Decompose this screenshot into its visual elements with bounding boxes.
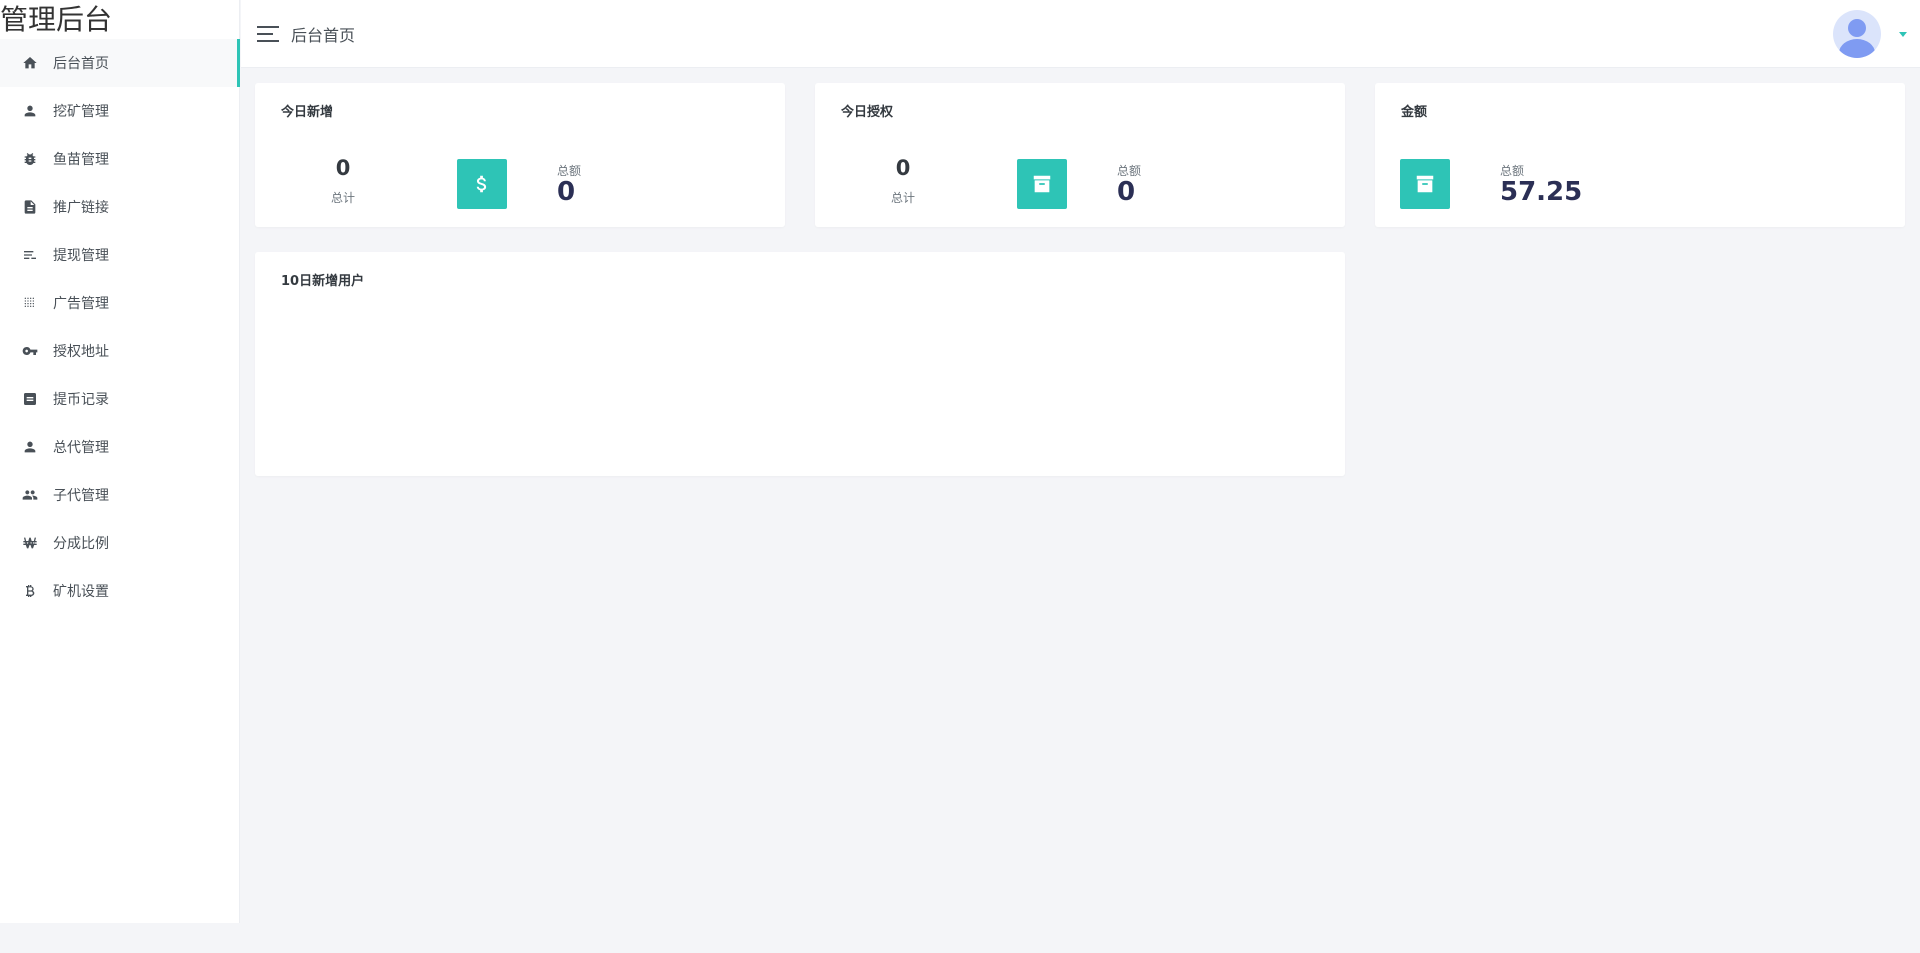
sidebar-item-label: 总代管理 [53,440,109,456]
chart-area [281,302,1319,460]
sidebar-item-label: 矿机设置 [53,584,109,600]
sidebar-item-label: 提现管理 [53,248,109,264]
sidebar-item-mining[interactable]: 挖矿管理 [0,87,240,135]
sidebar-item-fry[interactable]: 鱼苗管理 [0,135,240,183]
sidebar-item-auth-address[interactable]: 授权地址 [0,327,240,375]
sidebar-item-withdraw[interactable]: 提现管理 [0,231,240,279]
home-icon [22,55,38,71]
sidebar-item-general-agent[interactable]: 总代管理 [0,423,240,471]
user-icon [22,439,38,455]
sidebar-item-label: 鱼苗管理 [53,152,109,168]
bug-icon [22,151,38,167]
archive-icon [1017,159,1067,209]
card-title: 今日新增 [281,105,334,120]
card-amount: 金额 总额 57.25 [1375,83,1905,227]
list-icon [22,247,38,263]
dollar-icon [457,159,507,209]
sidebar-item-label: 后台首页 [53,56,109,72]
count-value: 0 [335,156,351,180]
book-icon [22,391,38,407]
sidebar-item-label: 授权地址 [53,344,109,360]
sidebar-item-promo-link[interactable]: 推广链接 [0,183,240,231]
card-title: 今日授权 [841,105,894,120]
sidebar-menu: 后台首页 挖矿管理 鱼苗管理 推广链接 提现管理 广告管理 授权地址 提币记录 … [0,39,240,615]
card-ten-day-new-users: 10日新增用户 [255,252,1345,476]
count-value: 0 [895,156,911,180]
amount-value: 0 [1117,177,1136,207]
document-icon [22,199,38,215]
count-label: 总计 [890,191,915,205]
sidebar-item-share-ratio[interactable]: 分成比例 [0,519,240,567]
amount-value: 57.25 [1500,177,1583,207]
sidebar: 管理后台 后台首页 挖矿管理 鱼苗管理 推广链接 提现管理 广告管理 授权地址 … [0,0,240,923]
sidebar-item-label: 子代管理 [53,488,109,504]
sidebar-item-sub-agent[interactable]: 子代管理 [0,471,240,519]
card-today-auth: 今日授权 0 总计 总额 0 [815,83,1345,227]
sidebar-item-miner-settings[interactable]: 矿机设置 [0,567,240,615]
card-title: 10日新增用户 [281,274,365,289]
archive-icon [1400,159,1450,209]
bitcoin-icon [22,583,38,599]
user-icon [22,103,38,119]
app-logo[interactable]: 管理后台 [0,0,112,40]
sidebar-item-ads[interactable]: 广告管理 [0,279,240,327]
user-avatar[interactable] [1833,10,1881,58]
amount-value: 0 [557,177,576,207]
sidebar-item-label: 广告管理 [53,296,109,312]
users-icon [22,487,38,503]
sidebar-item-label: 推广链接 [53,200,109,216]
won-icon [22,535,38,551]
sidebar-item-label: 分成比例 [53,536,109,552]
card-title: 金额 [1401,105,1428,120]
card-today-new: 今日新增 0 总计 总额 0 [255,83,785,227]
sidebar-item-dashboard[interactable]: 后台首页 [0,39,240,87]
chevron-down-icon[interactable] [1899,32,1907,37]
grid-icon [22,295,38,311]
key-icon [22,343,38,359]
page-title: 后台首页 [291,26,356,45]
menu-toggle-icon[interactable] [257,25,279,43]
count-label: 总计 [330,191,355,205]
sidebar-item-coin-withdraw-records[interactable]: 提币记录 [0,375,240,423]
top-header: 后台首页 [241,0,1920,68]
sidebar-item-label: 挖矿管理 [53,104,109,120]
sidebar-item-label: 提币记录 [53,392,109,408]
